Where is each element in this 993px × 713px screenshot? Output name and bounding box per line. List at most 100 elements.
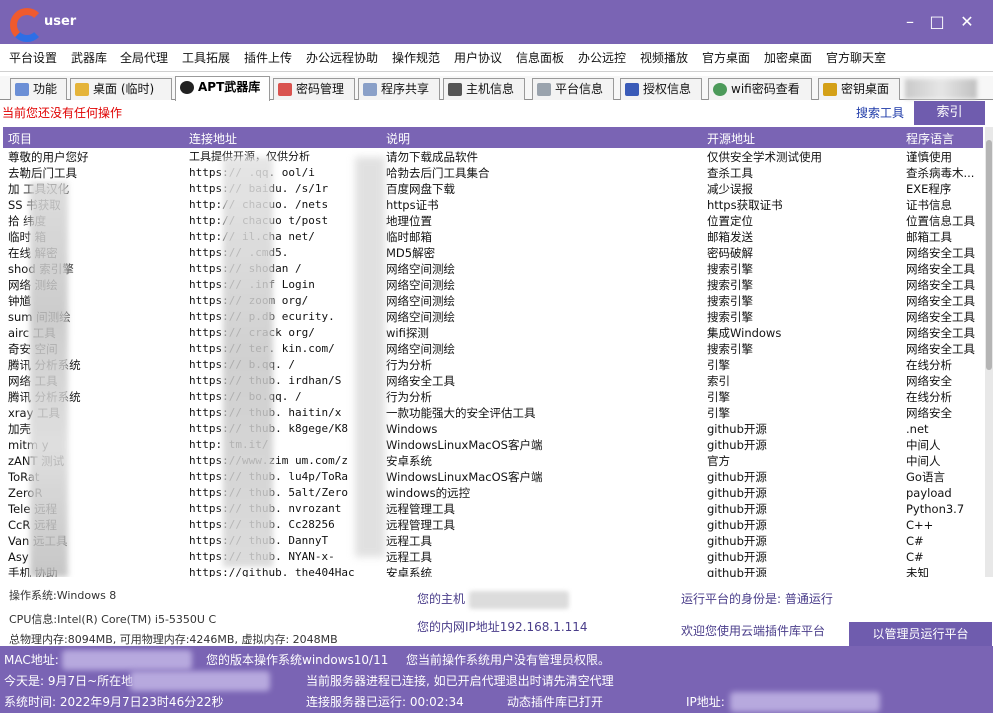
table-row[interactable]: Tele 远程https:// thub. nvrozant远程管理工具gith… [3, 501, 983, 517]
cell-language: Python3.7 [906, 502, 965, 516]
cell-url: 工具提供开源，仅供分析 [189, 150, 382, 164]
location-redacted [130, 671, 270, 691]
table-row[interactable]: 钟馗 https:// zoom org/网络空间测绘搜索引擎网络安全工具 [3, 293, 983, 309]
menu-arsenal[interactable]: 武器库 [71, 49, 107, 66]
cell-language: 网络安全工具 [906, 278, 975, 292]
tab-platform-info[interactable]: 平台信息 [532, 78, 614, 100]
cell-language: C# [906, 534, 924, 548]
redaction-blur [355, 157, 385, 557]
table-row[interactable]: 网络 工具https:// thub. irdhan/S网络安全工具索引网络安全 [3, 373, 983, 389]
folder-icon [75, 83, 89, 96]
tab-desktop-temp[interactable]: 桌面 (临时) [70, 78, 172, 100]
tab-host-info[interactable]: 主机信息 [443, 78, 525, 100]
table-row[interactable]: xray 工具https:// thub. haitin/x一款功能强大的安全评… [3, 405, 983, 421]
identity-info: 运行平台的身份是: 普通运行 [681, 592, 833, 606]
cell-source: 搜索引擎 [707, 262, 753, 276]
table-row[interactable]: Van 远工具https:// thub. DannyT远程工具github开源… [3, 533, 983, 549]
menu-info-panel[interactable]: 信息面板 [516, 49, 564, 66]
table-row[interactable]: 奇安 空间https:// ter. kin.com/网络空间测绘搜索引擎网络安… [3, 341, 983, 357]
table-row[interactable]: Asy https:// thub. NYAN-x-远程工具github开源C# [3, 549, 983, 565]
table-row[interactable]: 腾讯 分析系统https:// bo.qq. /行为分析引擎在线分析 [3, 389, 983, 405]
cell-source: 查杀工具 [707, 166, 753, 180]
search-tool-label[interactable]: 搜索工具 [856, 104, 904, 121]
table-row[interactable]: shod 索引擎https:// shodan /网络空间测绘搜索引擎网络安全工… [3, 261, 983, 277]
cell-language: 网络安全工具 [906, 294, 975, 308]
menu-remote-control[interactable]: 办公远控 [578, 49, 626, 66]
table-row[interactable]: mitm yhttp: tm.it/WindowsLinuxMacOS客户端gi… [3, 437, 983, 453]
tab-bar: 功能 桌面 (临时) APT武器库 密码管理 程序共享 主机信息 平台信息 授权… [0, 76, 993, 101]
column-header-description[interactable]: 说明 [386, 130, 410, 147]
wifi-icon [713, 83, 727, 96]
cell-url: https:// b.qq. / [189, 358, 295, 371]
cell-source: 仅供安全学术测试使用 [707, 150, 822, 164]
cell-url: https:// thub. DannyT [189, 534, 329, 547]
status-message: 当前您还没有任何操作 [2, 106, 123, 120]
cell-source: 引擎 [707, 406, 730, 420]
platform-icon [537, 83, 551, 96]
cell-language: 位置信息工具 [906, 214, 975, 228]
apt-icon [180, 81, 194, 94]
table-row[interactable]: 加 工具汉化https:// baidu. /s/1r百度网盘下载减少误报EXE… [3, 181, 983, 197]
table-row[interactable]: 手机 协助https://github. the404Hac安卓系统github… [3, 565, 983, 577]
menu-global-proxy[interactable]: 全局代理 [120, 49, 168, 66]
close-button[interactable]: ✕ [957, 12, 977, 32]
menu-video-play[interactable]: 视频播放 [640, 49, 688, 66]
table-row[interactable]: sum 间测绘https:// p.db ecurity.网络空间测绘搜索引擎网… [3, 309, 983, 325]
column-header-language[interactable]: 程序语言 [906, 130, 954, 147]
table-row[interactable]: 腾讯 分析系统https:// b.qq. /行为分析引擎在线分析 [3, 357, 983, 373]
table-row[interactable]: ZeroR https:// thub. 5alt/Zerowindows的远控… [3, 485, 983, 501]
cell-description: 百度网盘下载 [386, 182, 455, 196]
table-row[interactable]: 临时 箱http:// il.cha net/临时邮箱邮箱发送邮箱工具 [3, 229, 983, 245]
table-row[interactable]: ToRat https:// thub. lu4p/ToRaWindowsLin… [3, 469, 983, 485]
function-icon [15, 83, 29, 96]
cell-description: 一款功能强大的安全评估工具 [386, 406, 536, 420]
tab-program-share[interactable]: 程序共享 [358, 78, 440, 100]
table-row[interactable]: 加壳 https:// thub. k8gege/K8Windowsgithub… [3, 421, 983, 437]
table-row[interactable]: CcR 远程https:// thub. Cc28256远程管理工具github… [3, 517, 983, 533]
app-logo-text: user [44, 14, 77, 29]
menu-official-chat[interactable]: 官方聊天室 [826, 49, 886, 66]
cell-description: 网络空间测绘 [386, 294, 455, 308]
menu-plugin-upload[interactable]: 插件上传 [244, 49, 292, 66]
redaction-blur [30, 182, 68, 577]
tab-license-info[interactable]: 授权信息 [620, 78, 702, 100]
table-row[interactable]: 在线 解密https:// .cmd5.MD5解密密码破解网络安全工具 [3, 245, 983, 261]
table-row[interactable]: SS 书获取http:// chacuo. /netshttps证书https获… [3, 197, 983, 213]
menu-tool-extension[interactable]: 工具拓展 [182, 49, 230, 66]
tab-apt-arsenal[interactable]: APT武器库 [175, 76, 270, 101]
column-header-source[interactable]: 开源地址 [707, 130, 755, 147]
table-row[interactable]: 拾 纬度http:// chacuo t/post地理位置位置定位位置信息工具 [3, 213, 983, 229]
table-row[interactable]: 去勒后门工具 https:// .qq. ool/i 哈勃去后门工具集合 查杀工具 查杀… [3, 165, 983, 181]
cell-url: http:// il.cha net/ [189, 230, 315, 243]
table-row[interactable]: airc 工具https:// crack org/wifi探测集成Window… [3, 325, 983, 341]
column-header-url[interactable]: 连接地址 [189, 130, 237, 147]
table-scroll-thumb[interactable] [986, 140, 992, 370]
run-as-admin-button[interactable]: 以管理员运行平台 [849, 622, 992, 646]
maximize-button[interactable]: □ [927, 12, 947, 32]
cell-language: 未知 [906, 566, 929, 577]
table-row[interactable]: zANT 测试https://www.zim um.com/z安卓系统官方中间人 [3, 453, 983, 469]
title-bar: user – □ ✕ [0, 0, 993, 44]
redaction-blur [223, 157, 273, 567]
menu-platform-settings[interactable]: 平台设置 [9, 49, 57, 66]
license-icon [625, 83, 639, 96]
tab-key-desktop[interactable]: 密钥桌面 [818, 78, 900, 100]
tab-wifi-password[interactable]: wifi密码查看 [708, 78, 812, 100]
menu-official-desktop[interactable]: 官方桌面 [702, 49, 750, 66]
table-row[interactable]: 尊敬的用户您好 工具提供开源，仅供分析请勿下载成品软件 仅供安全学术测试使用 谨慎使用 [3, 149, 983, 165]
menu-encrypted-desktop[interactable]: 加密桌面 [764, 49, 812, 66]
table-row[interactable]: 网络 测绘https:// .inf Login网络空间测绘搜索引擎网络安全工具 [3, 277, 983, 293]
cell-language: 网络安全 [906, 406, 952, 420]
menu-remote-assist[interactable]: 办公远程协助 [306, 49, 378, 66]
menu-user-agreement[interactable]: 用户协议 [454, 49, 502, 66]
column-header-project[interactable]: 项目 [8, 130, 32, 147]
index-button[interactable]: 索引 [914, 101, 985, 125]
minimize-button[interactable]: – [900, 12, 920, 32]
tab-function[interactable]: 功能 [10, 78, 67, 100]
menu-operation-rules[interactable]: 操作规范 [392, 49, 440, 66]
tab-password-manage[interactable]: 密码管理 [273, 78, 355, 100]
cell-url: https:// crack org/ [189, 326, 315, 339]
cell-source: github开源 [707, 566, 767, 577]
cell-description: 网络空间测绘 [386, 310, 455, 324]
cell-description: 临时邮箱 [386, 230, 432, 244]
